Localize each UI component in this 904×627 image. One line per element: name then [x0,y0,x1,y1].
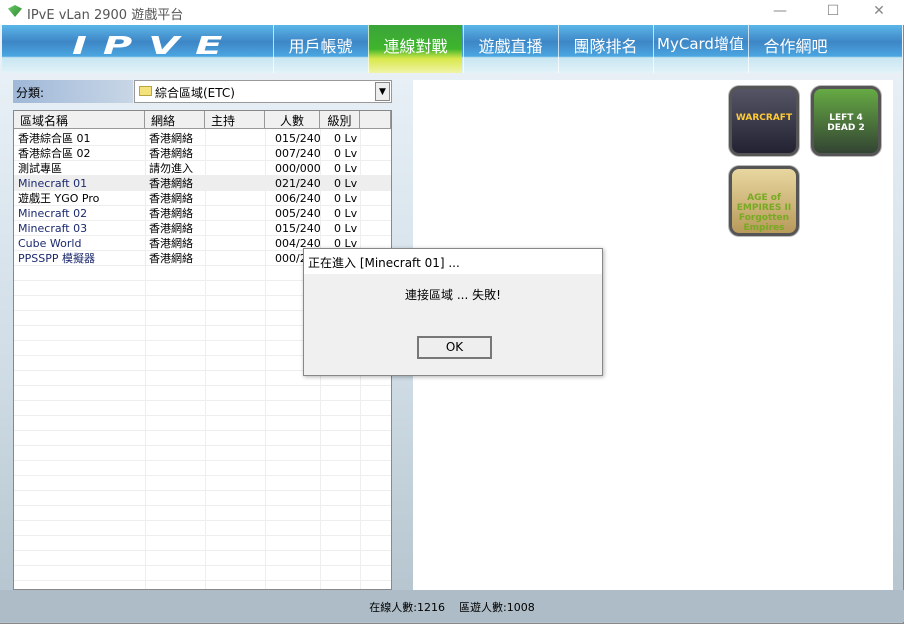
column-header[interactable] [360,111,391,129]
nav-tab-4[interactable]: MyCard增值 [653,25,747,73]
cell-name: 測試專區 [18,162,62,175]
table-row[interactable]: 遊戲王 YGO Pro 香港網絡 006/240 0 Lv [14,191,391,206]
cell-level: 0 Lv [334,147,358,160]
cell-count: 006/240 [275,192,320,205]
cell-name: 遊戲王 YGO Pro [18,192,100,205]
chevron-down-icon[interactable]: ▼ [375,82,390,101]
nav-tab-0[interactable]: 用戶帳號 [273,25,367,73]
cell-level: 0 Lv [334,222,358,235]
nav-tab-5[interactable]: 合作網吧 [748,25,842,73]
cell-level: 0 Lv [334,132,358,145]
table-row[interactable]: Minecraft 02 香港網絡 005/240 0 Lv [14,206,391,221]
category-select[interactable]: 綜合區域(ETC) ▼ [134,80,392,103]
category-value: 綜合區域(ETC) [155,86,235,100]
category-label: 分類: [13,80,133,103]
app-icon [8,5,22,17]
ok-button[interactable]: OK [417,336,492,359]
cell-network: 香港網絡 [149,237,193,250]
cell-host [205,131,265,146]
empty-row [14,416,391,431]
cell-count: 015/240 [275,222,320,235]
table-row[interactable]: 香港綜合區 02 香港網絡 007/240 0 Lv [14,146,391,161]
nav-tab-1[interactable]: 連線對戰 [368,25,462,73]
minimize-button[interactable]: — [765,3,795,19]
cell-network: 香港網絡 [149,177,193,190]
empty-row [14,491,391,506]
empty-row [14,461,391,476]
empty-row [14,521,391,536]
cell-host [205,161,265,176]
dialog-title: 正在進入 [Minecraft 01] ... [304,249,602,274]
cell-network: 香港網絡 [149,222,193,235]
empty-row [14,431,391,446]
column-header[interactable]: 網絡 [145,111,205,129]
nav-tab-2[interactable]: 遊戲直播 [463,25,557,73]
cell-host [205,206,265,221]
table-row[interactable]: Minecraft 03 香港網絡 015/240 0 Lv [14,221,391,236]
header-bar: IPVE 用戶帳號 連線對戰 遊戲直播 團隊排名 MyCard增值 合作網吧 [2,25,902,73]
empty-row [14,386,391,401]
cell-name: 香港綜合區 02 [18,147,91,160]
column-header[interactable]: 級別 [320,111,360,129]
window-title: IPvE vLan 2900 遊戲平台 [27,8,184,23]
cell-name: Minecraft 03 [18,222,88,235]
cell-network: 香港網絡 [149,207,193,220]
empty-row [14,476,391,491]
cell-name: Cube World [18,237,82,250]
zone-count: 區遊人數:1008 [459,601,535,614]
logo: IPVE [72,31,239,60]
cell-count: 015/240 [275,132,320,145]
cell-network: 香港網絡 [149,147,193,160]
cell-host [205,221,265,236]
cell-count: 000/000 [275,162,320,175]
cell-host [205,176,265,191]
cell-host [205,236,265,251]
cell-host [205,251,265,266]
maximize-button[interactable]: ☐ [818,3,848,19]
column-header[interactable]: 人數 [265,111,320,129]
cell-network: 香港網絡 [149,132,193,145]
cell-host [205,146,265,161]
cell-level: 0 Lv [334,177,358,190]
nav-tab-3[interactable]: 團隊排名 [558,25,652,73]
left4dead2-icon[interactable]: LEFT 4 DEAD 2 [811,86,881,156]
empty-row [14,401,391,416]
cell-count: 005/240 [275,207,320,220]
category-row: 分類: 綜合區域(ETC) ▼ [13,80,392,103]
column-header[interactable]: 區域名稱 [14,111,145,129]
cell-level: 0 Lv [334,162,358,175]
cell-name: 香港綜合區 01 [18,132,91,145]
close-button[interactable]: ✕ [864,3,894,19]
cell-level: 0 Lv [334,192,358,205]
empty-row [14,566,391,581]
cell-network: 香港網絡 [149,252,193,265]
cell-network: 請勿進入 [149,162,193,175]
column-header[interactable]: 主持 [205,111,265,129]
empty-row [14,551,391,566]
cell-level: 0 Lv [334,207,358,220]
app-window: IPvE vLan 2900 遊戲平台 — ☐ ✕ IPVE 用戶帳號 連線對戰遊… [0,0,904,624]
cell-name: Minecraft 01 [18,177,88,190]
empty-row [14,446,391,461]
dialog-message: 連接區域 ... 失敗! [405,288,501,302]
cell-name: Minecraft 02 [18,207,88,220]
online-count: 在線人數:1216 [369,601,445,614]
cell-network: 香港網絡 [149,192,193,205]
cell-host [205,191,265,206]
warcraft-icon[interactable]: WARCRAFT [729,86,799,156]
empty-row [14,536,391,551]
empty-row [14,506,391,521]
table-row[interactable]: 測試專區 請勿進入 000/000 0 Lv [14,161,391,176]
cell-count: 021/240 [275,177,320,190]
status-bar: 在線人數:1216 區遊人數:1008 [0,590,904,622]
folder-icon [139,86,152,96]
cell-name: PPSSPP 模擬器 [18,252,95,265]
empty-row [14,581,391,589]
table-row[interactable]: Minecraft 01 香港網絡 021/240 0 Lv [14,176,391,191]
cell-count: 007/240 [275,147,320,160]
table-row[interactable]: 香港綜合區 01 香港網絡 015/240 0 Lv [14,131,391,146]
connection-dialog: 正在進入 [Minecraft 01] ... 連接區域 ... 失敗! OK [303,248,603,376]
title-bar: IPvE vLan 2900 遊戲平台 — ☐ ✕ [0,0,904,25]
age-of-empires-icon[interactable]: AGE of EMPIRES II Forgotten Empires [729,166,799,236]
